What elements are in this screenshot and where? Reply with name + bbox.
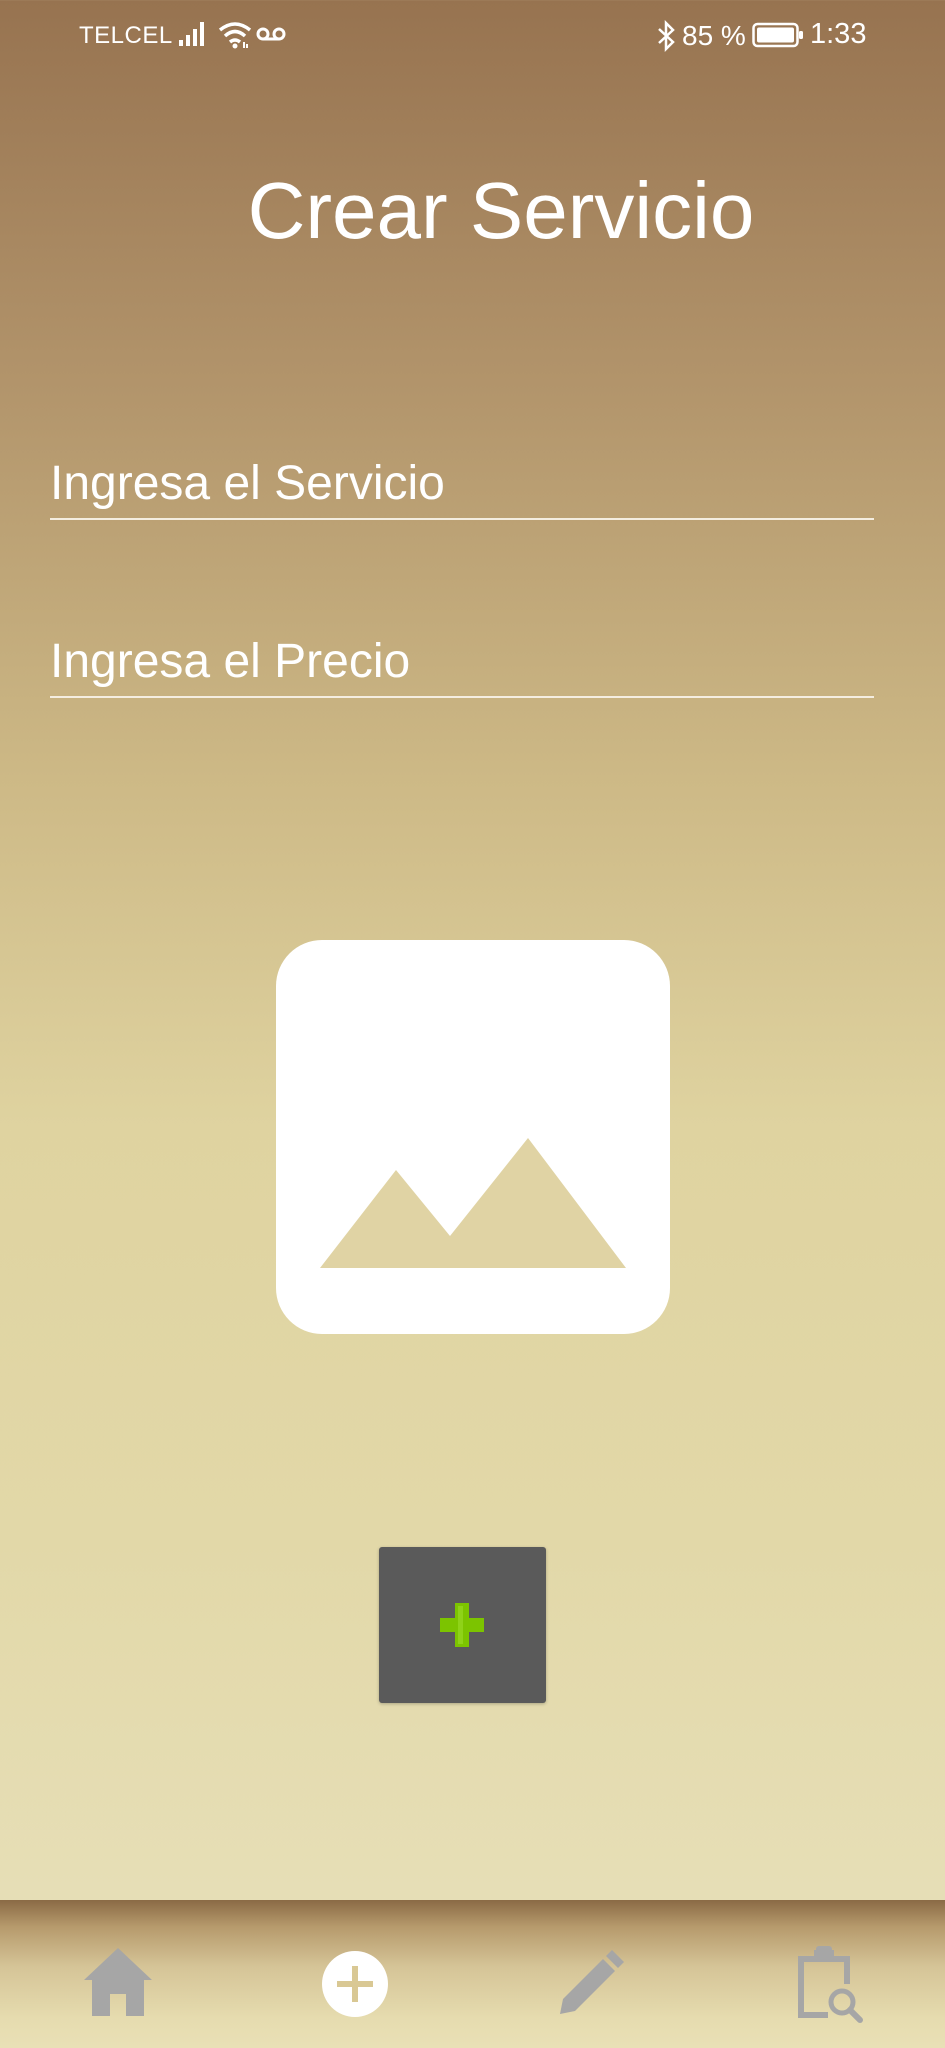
nav-item-add[interactable] bbox=[315, 1944, 395, 2024]
clock: 1:33 bbox=[810, 18, 867, 50]
nav-item-search-records[interactable] bbox=[788, 1944, 868, 2024]
price-field-container bbox=[50, 626, 874, 698]
add-circle-icon bbox=[322, 1951, 388, 2017]
image-placeholder-icon bbox=[320, 1138, 626, 1268]
carrier-label: TELCEL bbox=[79, 22, 173, 49]
price-input[interactable] bbox=[50, 626, 874, 696]
clipboard-search-icon bbox=[798, 1946, 863, 2023]
bottom-navigation bbox=[0, 1900, 945, 2048]
nav-item-home[interactable] bbox=[78, 1944, 158, 2024]
page-title: Crear Servicio bbox=[247, 166, 755, 255]
voicemail-icon bbox=[256, 26, 286, 47]
bluetooth-icon bbox=[656, 19, 678, 57]
add-button[interactable] bbox=[379, 1547, 546, 1703]
plus-icon bbox=[440, 1603, 484, 1647]
nav-item-edit[interactable] bbox=[550, 1944, 630, 2024]
pencil-icon bbox=[560, 1950, 624, 2014]
image-picker[interactable] bbox=[276, 940, 670, 1334]
wifi-icon bbox=[218, 20, 252, 55]
signal-icon bbox=[178, 20, 208, 53]
home-icon bbox=[84, 1948, 152, 2016]
battery-icon bbox=[752, 22, 804, 53]
battery-percentage: 85 % bbox=[682, 20, 746, 51]
service-input[interactable] bbox=[50, 448, 874, 518]
service-field-container bbox=[50, 448, 874, 520]
status-bar: TELCEL 85 % 1:33 bbox=[0, 0, 945, 72]
